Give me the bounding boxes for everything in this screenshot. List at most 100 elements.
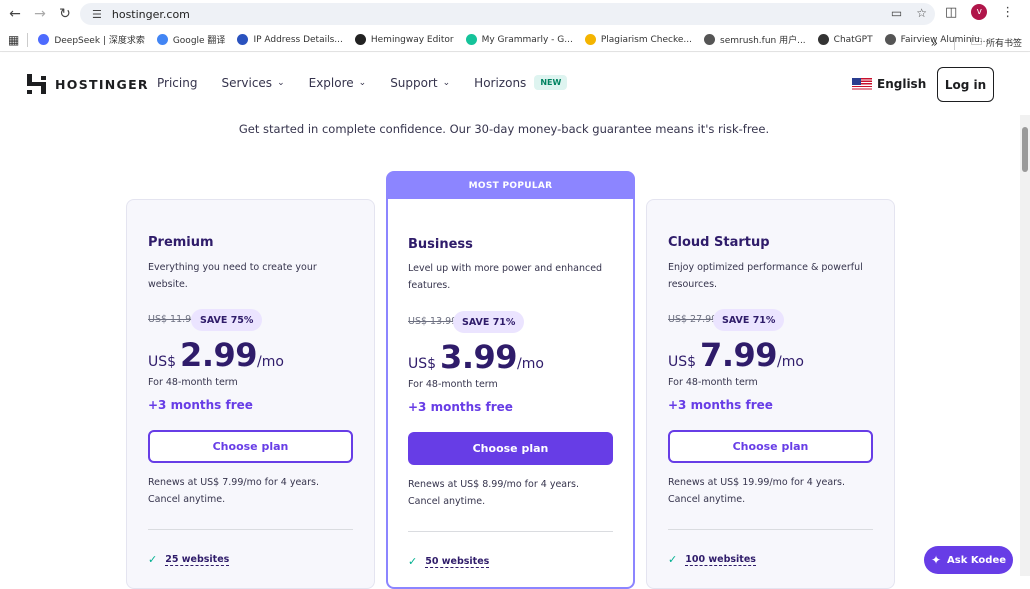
choose-plan-button[interactable]: Choose plan: [668, 430, 873, 463]
cast-icon[interactable]: ▭: [891, 6, 902, 20]
choose-plan-button[interactable]: Choose plan: [148, 430, 353, 463]
all-bookmarks-folder[interactable]: 🗀 所有书签: [971, 33, 1022, 52]
bookmark-favicon-icon: [38, 34, 50, 45]
check-icon: ✓: [668, 553, 678, 566]
menu-dots-icon[interactable]: ⋮: [1001, 5, 1014, 20]
chevron-down-icon: ⌄: [277, 77, 285, 88]
check-icon: ✓: [408, 555, 418, 568]
bookmark-item[interactable]: ChatGPT: [817, 34, 873, 45]
feature-text[interactable]: 100 websites: [685, 554, 756, 566]
bookmark-label: semrush.fun 用户...: [720, 36, 806, 46]
card-divider: [408, 531, 613, 532]
check-icon: ✓: [148, 553, 158, 566]
bookmark-item[interactable]: Google 翻译: [156, 33, 226, 46]
extensions-icon[interactable]: ◫: [945, 5, 957, 20]
kodee-sparkle-icon: ✦: [930, 553, 942, 567]
forward-arrow-icon[interactable]: →: [27, 0, 53, 28]
language-selector[interactable]: English: [852, 77, 926, 91]
bookmark-favicon-icon: [584, 34, 596, 45]
bookmark-favicon-icon: [156, 34, 168, 45]
bookmark-label: Google 翻译: [172, 36, 226, 46]
hostinger-logo[interactable]: HOSTINGER: [27, 74, 149, 94]
feature-text[interactable]: 25 websites: [165, 554, 230, 566]
apps-grid-icon[interactable]: ▦: [8, 33, 19, 47]
bookmark-favicon-icon: [465, 34, 477, 45]
choose-plan-button[interactable]: Choose plan: [408, 432, 613, 465]
bookmark-item[interactable]: My Grammarly - G...: [465, 34, 573, 45]
language-label: English: [877, 77, 927, 91]
address-bar[interactable]: ☰ hostinger.com ▭ ☆: [80, 3, 935, 25]
site-info-icon[interactable]: ☰: [92, 8, 102, 21]
ask-kodee-label: Ask Kodee: [947, 554, 1007, 566]
card-divider: [668, 529, 873, 530]
free-months: +3 months free: [408, 400, 513, 414]
main-nav: Pricing Services ⌄ Explore ⌄ Support ⌄ Hori…: [157, 75, 591, 90]
bookmark-favicon-icon: [817, 34, 829, 45]
bookmark-label: DeepSeek | 深度求索: [54, 36, 145, 46]
price-currency: US$: [668, 354, 697, 370]
ask-kodee-button[interactable]: ✦ Ask Kodee: [924, 546, 1013, 574]
bookmark-favicon-icon: [354, 34, 366, 45]
bookmark-favicon-icon: [884, 34, 896, 45]
price-amount: 3.99: [440, 338, 517, 376]
bookmark-item[interactable]: Hemingway Editor: [354, 34, 454, 45]
price-period: /mo: [777, 354, 804, 370]
feature-text[interactable]: 50 websites: [425, 556, 490, 568]
scrollbar-thumb[interactable]: [1022, 127, 1028, 172]
price: US$ 2.99 /mo: [148, 336, 284, 374]
plan-description: Everything you need to create your websi…: [148, 262, 317, 290]
more-bookmarks-icon[interactable]: »: [931, 36, 938, 50]
save-badge: SAVE 71%: [453, 311, 525, 333]
bookmarks-divider: [27, 32, 29, 47]
plan-name: Business: [408, 237, 473, 252]
profile-avatar[interactable]: v: [971, 4, 988, 20]
nav-explore[interactable]: Explore ⌄: [309, 76, 367, 90]
bookmark-star-icon[interactable]: ☆: [916, 6, 927, 20]
price-amount: 2.99: [180, 336, 257, 374]
page-scrollbar[interactable]: [1020, 115, 1030, 576]
nav-services[interactable]: Services ⌄: [221, 76, 284, 90]
bookmarks-bar: ▦ DeepSeek | 深度求索 Google 翻译 IP Address Det…: [0, 28, 1030, 52]
price-currency: US$: [148, 354, 177, 370]
plan-description: Enjoy optimized performance & powerful r…: [668, 262, 863, 290]
old-price: US$ 27.99: [668, 314, 718, 325]
old-price: US$ 11.99: [148, 314, 198, 325]
bookmark-label: Plagiarism Checke...: [600, 34, 692, 45]
bookmarks-divider-right: [953, 35, 955, 50]
bookmark-label: Hemingway Editor: [370, 34, 454, 45]
bookmark-item[interactable]: IP Address Details...: [237, 34, 343, 45]
renew-text: Renews at US$ 8.99/mo for 4 years. Cance…: [408, 479, 579, 507]
price-amount: 7.99: [700, 336, 777, 374]
login-button[interactable]: Log in: [937, 67, 994, 102]
hostinger-logo-icon: [27, 74, 46, 94]
nav-support-label: Support: [390, 75, 438, 90]
save-badge: SAVE 71%: [713, 309, 785, 331]
all-bookmarks-label: 所有书签: [985, 39, 1022, 49]
price: US$ 3.99 /mo: [408, 338, 544, 376]
bookmark-label: ChatGPT: [833, 34, 873, 45]
feature-item: ✓ 25 websites: [148, 553, 230, 566]
bookmark-item[interactable]: DeepSeek | 深度求索: [38, 33, 145, 46]
back-arrow-icon[interactable]: ←: [2, 0, 28, 28]
plan-name: Cloud Startup: [668, 235, 770, 250]
bookmark-item[interactable]: semrush.fun 用户...: [704, 33, 806, 46]
nav-horizons[interactable]: Horizons NEW: [474, 75, 568, 90]
bookmark-favicon-icon: [237, 34, 249, 45]
new-badge: NEW: [534, 75, 568, 90]
bookmark-item[interactable]: Plagiarism Checke...: [584, 34, 692, 45]
card-divider: [148, 529, 353, 530]
folder-icon: 🗀: [970, 35, 982, 48]
nav-pricing-label: Pricing: [157, 75, 198, 90]
url-text[interactable]: hostinger.com: [112, 8, 190, 21]
site-header: HOSTINGER Pricing Services ⌄ Explore ⌄ Sup…: [0, 53, 1030, 115]
nav-support[interactable]: Support ⌄: [390, 76, 450, 90]
bookmark-favicon-icon: [704, 34, 715, 45]
reload-icon[interactable]: ↻: [52, 0, 78, 28]
us-flag-icon: [852, 77, 872, 91]
plan-description: Level up with more power and enhanced fe…: [408, 263, 603, 291]
browser-toolbar: ← → ↻ ☰ hostinger.com ▭ ☆ ◫ v ⋮: [0, 0, 1030, 28]
term-text: For 48-month term: [408, 379, 498, 390]
nav-pricing[interactable]: Pricing: [157, 76, 197, 90]
bookmark-label: IP Address Details...: [253, 34, 343, 45]
renew-text: Renews at US$ 19.99/mo for 4 years. Canc…: [668, 477, 846, 505]
